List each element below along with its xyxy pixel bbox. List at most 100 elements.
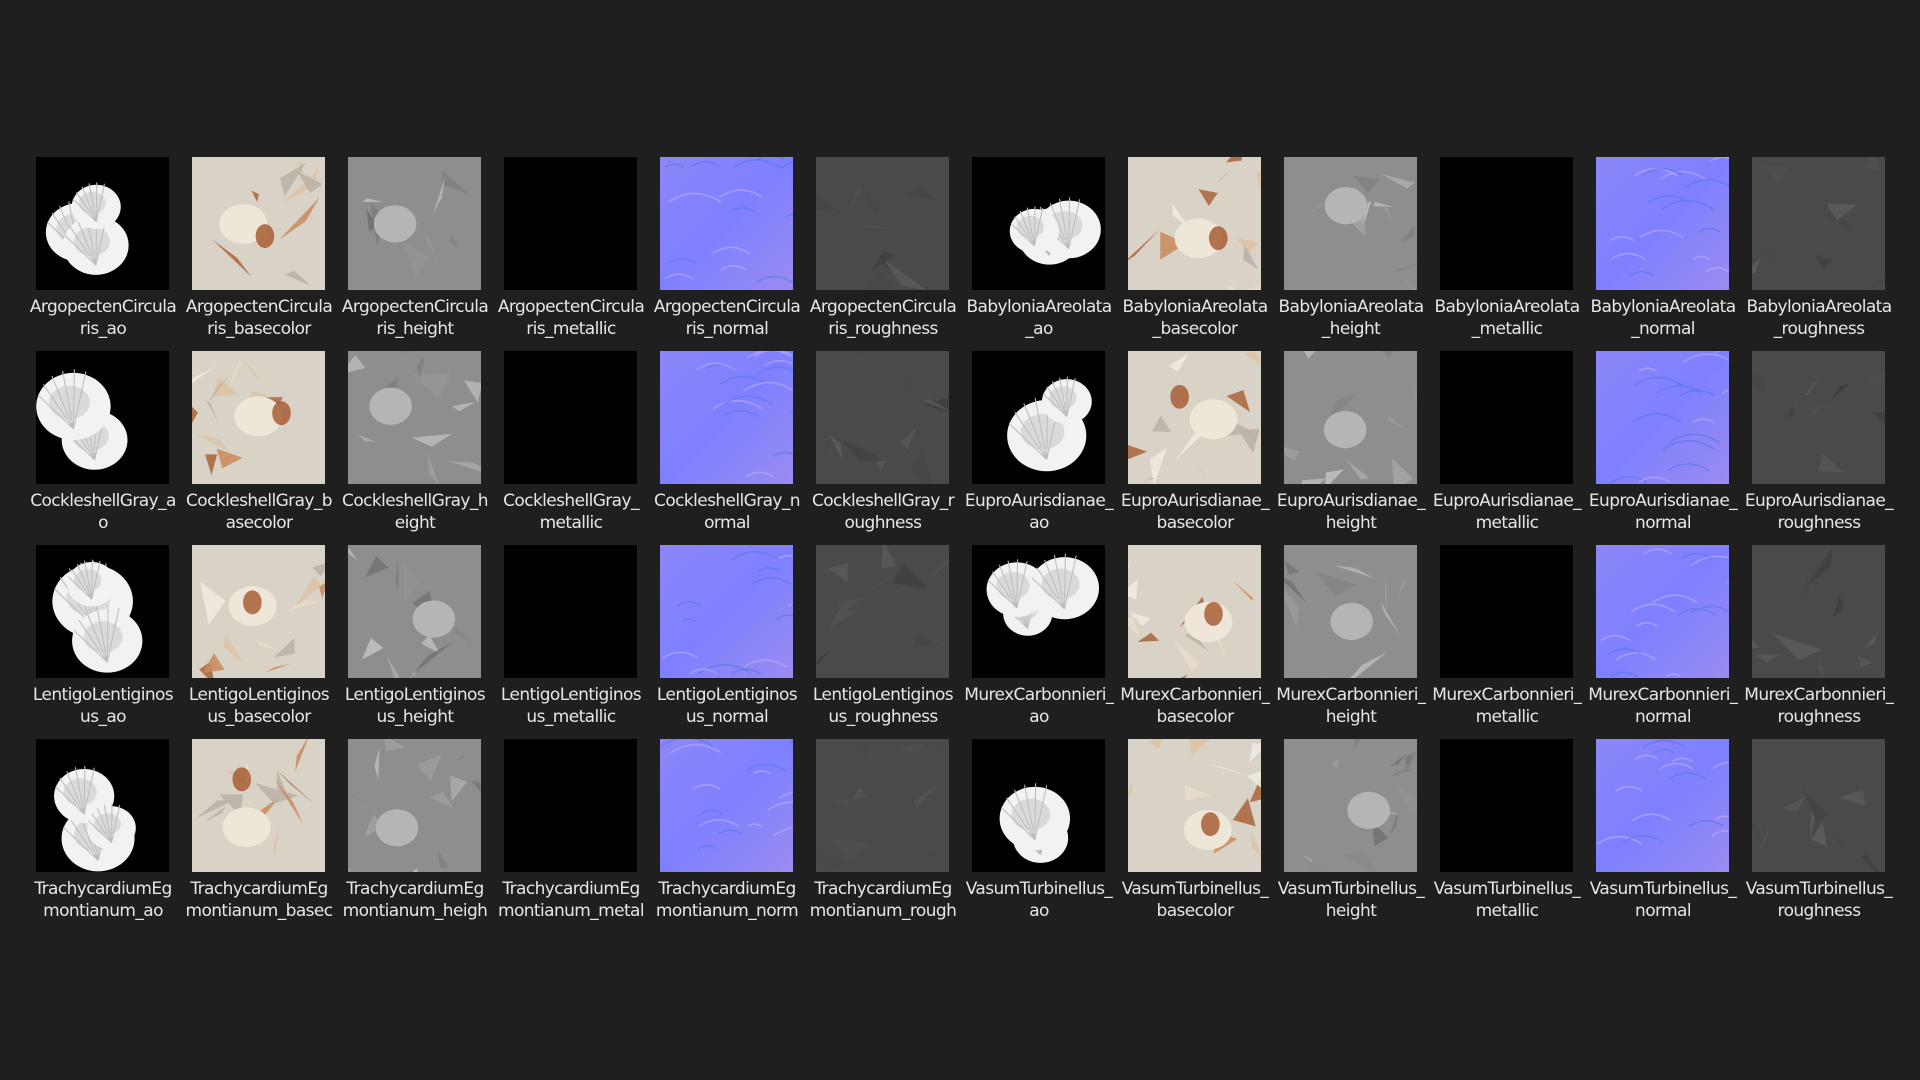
- file-name-label: VasumTurbinellus_normal: [1589, 879, 1737, 921]
- file-thumbnail: [1284, 157, 1417, 290]
- file-thumbnail: [1440, 739, 1573, 872]
- file-name-label: LentigoLentiginosus_basecolor: [188, 685, 330, 727]
- file-item[interactable]: CockleshellGray_roughness: [808, 351, 964, 545]
- file-name-label: CockleshellGray_metallic: [503, 491, 639, 533]
- file-name-label: VasumTurbinellus_ao: [965, 879, 1113, 921]
- file-name-label: BabyloniaAreolata_basecolor: [1122, 297, 1268, 339]
- file-item[interactable]: CockleshellGray_ao: [28, 351, 184, 545]
- file-thumbnail: [1440, 351, 1573, 484]
- file-name-label: CockleshellGray_basecolor: [186, 491, 333, 533]
- file-item[interactable]: MurexCarbonnieri_metallic: [1432, 545, 1588, 739]
- file-thumbnail: [192, 545, 325, 678]
- file-thumbnail: [1128, 739, 1261, 872]
- file-name-label: CockleshellGray_normal: [654, 491, 801, 533]
- file-item[interactable]: EuproAurisdianae_roughness: [1744, 351, 1900, 545]
- file-thumbnail: [348, 157, 481, 290]
- file-name-label: LentigoLentiginosus_normal: [656, 685, 798, 727]
- file-item[interactable]: MurexCarbonnieri_ao: [964, 545, 1120, 739]
- file-name-label: MurexCarbonnieri_roughness: [1744, 685, 1894, 727]
- file-name-label: MurexCarbonnieri_normal: [1588, 685, 1738, 727]
- file-thumbnail: [660, 545, 793, 678]
- file-item[interactable]: VasumTurbinellus_metallic: [1432, 739, 1588, 933]
- file-item[interactable]: ArgopectenCircularis_metallic: [496, 157, 652, 351]
- file-item[interactable]: CockleshellGray_normal: [652, 351, 808, 545]
- file-item[interactable]: LentigoLentiginosus_ao: [28, 545, 184, 739]
- file-item[interactable]: ArgopectenCircularis_roughness: [808, 157, 964, 351]
- file-item[interactable]: BabyloniaAreolata_height: [1276, 157, 1432, 351]
- file-item[interactable]: ArgopectenCircularis_height: [340, 157, 496, 351]
- file-item[interactable]: VasumTurbinellus_ao: [964, 739, 1120, 933]
- file-name-label: MurexCarbonnieri_ao: [964, 685, 1114, 727]
- file-item[interactable]: BabyloniaAreolata_metallic: [1432, 157, 1588, 351]
- file-thumbnail: [660, 157, 793, 290]
- file-item[interactable]: TrachycardiumEgmontianum_ao: [28, 739, 184, 933]
- file-item[interactable]: EuproAurisdianae_height: [1276, 351, 1432, 545]
- file-item[interactable]: TrachycardiumEgmontianum_height: [340, 739, 496, 933]
- file-item[interactable]: TrachycardiumEgmontianum_roughness: [808, 739, 964, 933]
- file-item[interactable]: MurexCarbonnieri_height: [1276, 545, 1432, 739]
- file-item[interactable]: LentigoLentiginosus_height: [340, 545, 496, 739]
- file-name-label: BabyloniaAreolata_roughness: [1746, 297, 1892, 339]
- file-thumbnail: [1752, 739, 1885, 872]
- file-item[interactable]: CockleshellGray_basecolor: [184, 351, 340, 545]
- file-thumbnail: [660, 351, 793, 484]
- file-thumbnail: [348, 351, 481, 484]
- file-thumbnail: [1752, 545, 1885, 678]
- file-item[interactable]: VasumTurbinellus_basecolor: [1120, 739, 1276, 933]
- file-thumbnail: [504, 739, 637, 872]
- file-grid: ArgopectenCircularis_ao ArgopectenCircula…: [28, 157, 1900, 933]
- file-name-label: MurexCarbonnieri_basecolor: [1120, 685, 1270, 727]
- file-item[interactable]: MurexCarbonnieri_roughness: [1744, 545, 1900, 739]
- file-thumbnail: [972, 157, 1105, 290]
- file-name-label: LentigoLentiginosus_metallic: [500, 685, 642, 727]
- file-item[interactable]: BabyloniaAreolata_basecolor: [1120, 157, 1276, 351]
- file-name-label: VasumTurbinellus_basecolor: [1121, 879, 1269, 921]
- file-name-label: LentigoLentiginosus_ao: [32, 685, 174, 727]
- file-thumbnail: [192, 351, 325, 484]
- file-name-label: ArgopectenCircularis_roughness: [809, 297, 957, 339]
- file-name-label: BabyloniaAreolata_ao: [966, 297, 1112, 339]
- file-item[interactable]: LentigoLentiginosus_metallic: [496, 545, 652, 739]
- file-item[interactable]: CockleshellGray_height: [340, 351, 496, 545]
- file-item[interactable]: EuproAurisdianae_normal: [1588, 351, 1744, 545]
- file-thumbnail: [504, 545, 637, 678]
- file-item[interactable]: BabyloniaAreolata_roughness: [1744, 157, 1900, 351]
- file-item[interactable]: MurexCarbonnieri_basecolor: [1120, 545, 1276, 739]
- file-thumbnail: [1128, 545, 1261, 678]
- file-thumbnail: [972, 351, 1105, 484]
- file-item[interactable]: LentigoLentiginosus_roughness: [808, 545, 964, 739]
- file-item[interactable]: CockleshellGray_metallic: [496, 351, 652, 545]
- file-name-label: EuproAurisdianae_metallic: [1432, 491, 1582, 533]
- file-item[interactable]: ArgopectenCircularis_ao: [28, 157, 184, 351]
- file-thumbnail: [1596, 739, 1729, 872]
- file-thumbnail: [972, 545, 1105, 678]
- file-item[interactable]: EuproAurisdianae_basecolor: [1120, 351, 1276, 545]
- file-item[interactable]: ArgopectenCircularis_normal: [652, 157, 808, 351]
- file-thumbnail: [1284, 739, 1417, 872]
- file-thumbnail: [660, 739, 793, 872]
- file-thumbnail: [36, 351, 169, 484]
- file-item[interactable]: VasumTurbinellus_height: [1276, 739, 1432, 933]
- file-name-label: MurexCarbonnieri_metallic: [1432, 685, 1582, 727]
- file-item[interactable]: EuproAurisdianae_metallic: [1432, 351, 1588, 545]
- file-item[interactable]: TrachycardiumEgmontianum_basecolor: [184, 739, 340, 933]
- file-name-label: ArgopectenCircularis_normal: [653, 297, 801, 339]
- file-item[interactable]: VasumTurbinellus_roughness: [1744, 739, 1900, 933]
- file-name-label: CockleshellGray_height: [342, 491, 489, 533]
- file-thumbnail: [1440, 157, 1573, 290]
- file-item[interactable]: LentigoLentiginosus_normal: [652, 545, 808, 739]
- file-item[interactable]: BabyloniaAreolata_ao: [964, 157, 1120, 351]
- file-item[interactable]: BabyloniaAreolata_normal: [1588, 157, 1744, 351]
- file-item[interactable]: TrachycardiumEgmontianum_normal: [652, 739, 808, 933]
- file-item[interactable]: EuproAurisdianae_ao: [964, 351, 1120, 545]
- file-item[interactable]: LentigoLentiginosus_basecolor: [184, 545, 340, 739]
- file-item[interactable]: ArgopectenCircularis_basecolor: [184, 157, 340, 351]
- file-item[interactable]: TrachycardiumEgmontianum_metallic: [496, 739, 652, 933]
- file-item[interactable]: VasumTurbinellus_normal: [1588, 739, 1744, 933]
- file-name-label: VasumTurbinellus_roughness: [1745, 879, 1893, 921]
- file-item[interactable]: MurexCarbonnieri_normal: [1588, 545, 1744, 739]
- file-thumbnail: [348, 739, 481, 872]
- file-name-label: EuproAurisdianae_ao: [964, 491, 1114, 533]
- file-name-label: EuproAurisdianae_roughness: [1744, 491, 1894, 533]
- file-name-label: TrachycardiumEgmontianum_normal: [655, 879, 799, 921]
